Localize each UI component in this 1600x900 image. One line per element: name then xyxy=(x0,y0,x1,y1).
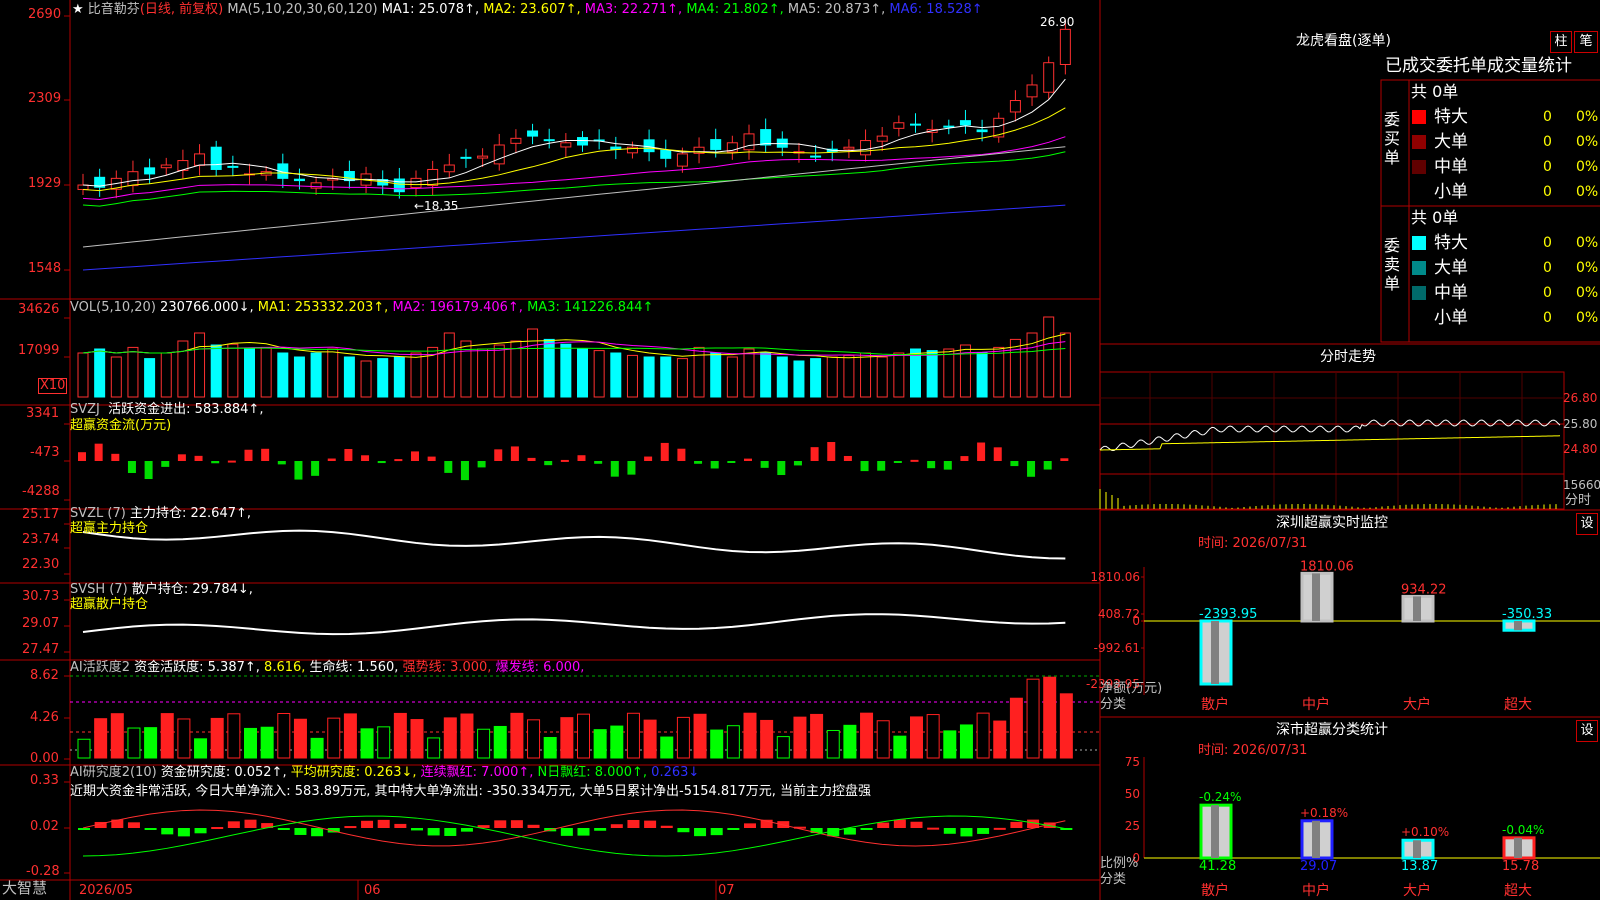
sh-ratio-chart: 7550250-0.24%41.28+0.18%29.07+0.10%13.87… xyxy=(1125,755,1600,899)
bar-change-label: -0.24% xyxy=(1199,790,1241,804)
bar-shade xyxy=(1312,820,1320,858)
sh-cat-label: 分类 xyxy=(1100,872,1127,887)
category-label: 超大 xyxy=(1504,883,1532,899)
category-label: 中户 xyxy=(1302,882,1330,899)
bar-tick: 25 xyxy=(1125,819,1140,833)
bar-shade xyxy=(1211,805,1219,858)
bar-value-label: 29.07 xyxy=(1300,859,1337,874)
category-label: 散户 xyxy=(1201,882,1229,899)
category-label: 大户 xyxy=(1403,882,1431,899)
sh-unit: 比例% xyxy=(1100,856,1139,871)
bar-value-label: 15.78 xyxy=(1502,859,1539,874)
bar-shade xyxy=(1413,840,1421,858)
bar-change-label: +0.18% xyxy=(1300,806,1348,820)
bar-change-label: -0.04% xyxy=(1502,823,1544,837)
bar-value-label: 41.28 xyxy=(1199,859,1236,874)
bar-change-label: +0.10% xyxy=(1401,825,1449,839)
bar-shade xyxy=(1514,837,1522,858)
bar-value-label: 13.87 xyxy=(1401,859,1438,874)
bar-tick: 50 xyxy=(1125,787,1140,801)
bar-tick: 75 xyxy=(1125,755,1140,769)
